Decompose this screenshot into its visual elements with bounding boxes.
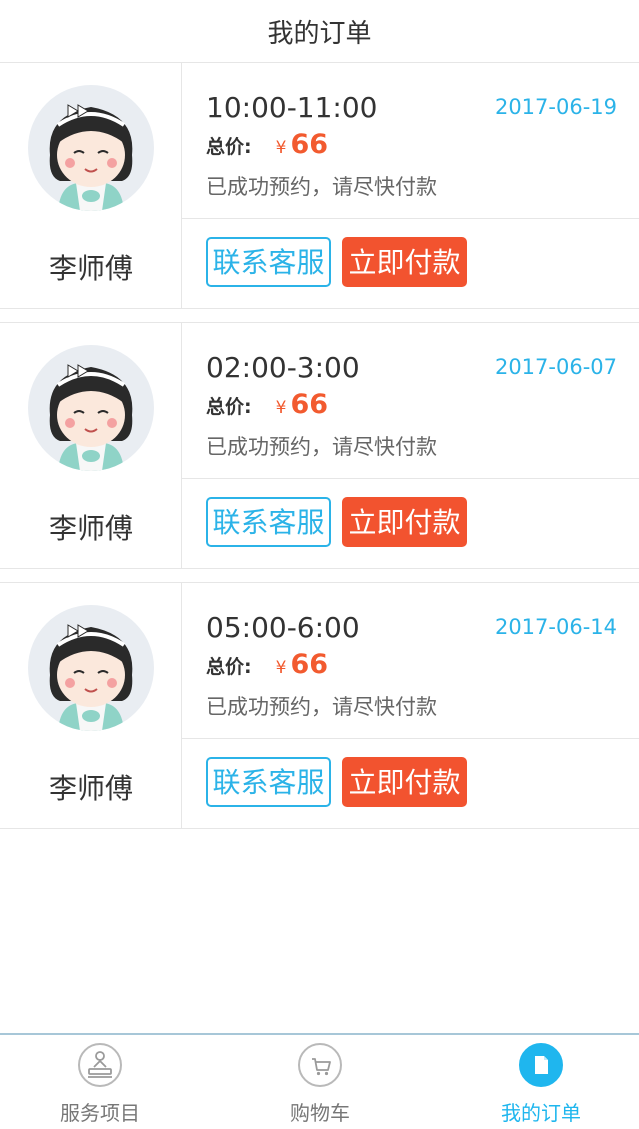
order-date: 2017-06-07 <box>494 355 617 379</box>
order-status: 已成功预约，请尽快付款 <box>206 695 437 719</box>
technician-panel: 李师傅 <box>0 63 182 308</box>
price-row: 总价: ¥ 66 <box>206 389 328 420</box>
contact-service-button[interactable]: 联系客服 <box>206 757 331 807</box>
price-currency: ¥ <box>275 398 287 418</box>
tab-services[interactable]: 服务项目 <box>0 1035 200 1129</box>
price-value: 66 <box>290 649 329 680</box>
technician-avatar <box>28 85 154 211</box>
order-time-range: 10:00-11:00 <box>206 91 378 124</box>
technician-name: 李师傅 <box>48 512 133 545</box>
technician-avatar <box>28 345 154 471</box>
tab-cart-label: 购物车 <box>290 1101 350 1125</box>
pay-now-button[interactable]: 立即付款 <box>342 237 467 287</box>
order-info: 05:00-6:00 2017-06-14 总价: ¥ 66 已成功预约，请尽快… <box>182 583 639 739</box>
order-card: 李师傅 02:00-3:00 2017-06-07 总价: ¥ 66 已成功预约… <box>0 322 639 569</box>
price-row: 总价: ¥ 66 <box>206 129 328 160</box>
page-header: 我的订单 <box>0 0 639 63</box>
price-value: 66 <box>290 389 329 420</box>
order-info: 10:00-11:00 2017-06-19 总价: ¥ 66 已成功预约，请尽… <box>182 63 639 219</box>
technician-avatar <box>28 605 154 731</box>
tab-services-label: 服务项目 <box>60 1101 140 1125</box>
technician-panel: 李师傅 <box>0 323 182 568</box>
tab-my-orders[interactable]: 我的订单 <box>441 1035 639 1129</box>
girl-avatar-icon <box>49 624 133 731</box>
order-actions: 联系客服 立即付款 <box>182 219 639 308</box>
pay-now-button[interactable]: 立即付款 <box>342 497 467 547</box>
price-currency: ¥ <box>275 138 287 158</box>
price-currency: ¥ <box>275 658 287 678</box>
pay-now-button[interactable]: 立即付款 <box>342 757 467 807</box>
technician-name: 李师傅 <box>48 772 133 805</box>
contact-service-button[interactable]: 联系客服 <box>206 497 331 547</box>
order-status: 已成功预约，请尽快付款 <box>206 435 437 459</box>
tab-cart[interactable]: 购物车 <box>220 1035 420 1129</box>
price-label: 总价: <box>206 656 252 678</box>
price-value: 66 <box>290 129 329 160</box>
technician-name: 李师傅 <box>48 252 133 285</box>
cart-icon <box>298 1043 342 1087</box>
order-actions: 联系客服 立即付款 <box>182 739 639 828</box>
order-date: 2017-06-14 <box>494 615 617 639</box>
bottom-tab-bar: 服务项目 购物车 我的订单 <box>0 1033 639 1129</box>
order-time-range: 02:00-3:00 <box>206 351 360 384</box>
order-info: 02:00-3:00 2017-06-07 总价: ¥ 66 已成功预约，请尽快… <box>182 323 639 479</box>
order-card: 李师傅 05:00-6:00 2017-06-14 总价: ¥ 66 已成功预约… <box>0 582 639 829</box>
order-status: 已成功预约，请尽快付款 <box>206 175 437 199</box>
page-title: 我的订单 <box>267 18 372 49</box>
price-label: 总价: <box>206 396 252 418</box>
contact-service-button[interactable]: 联系客服 <box>206 237 331 287</box>
girl-avatar-icon <box>49 364 133 471</box>
order-date: 2017-06-19 <box>494 95 617 119</box>
tab-my-orders-label: 我的订单 <box>501 1101 581 1125</box>
price-row: 总价: ¥ 66 <box>206 649 328 680</box>
price-label: 总价: <box>206 136 252 158</box>
girl-avatar-icon <box>49 104 133 211</box>
technician-panel: 李师傅 <box>0 583 182 828</box>
document-icon <box>519 1043 563 1087</box>
massage-icon <box>78 1043 122 1087</box>
order-actions: 联系客服 立即付款 <box>182 479 639 568</box>
order-time-range: 05:00-6:00 <box>206 611 360 644</box>
order-card: 李师傅 10:00-11:00 2017-06-19 总价: ¥ 66 已成功预… <box>0 62 639 309</box>
